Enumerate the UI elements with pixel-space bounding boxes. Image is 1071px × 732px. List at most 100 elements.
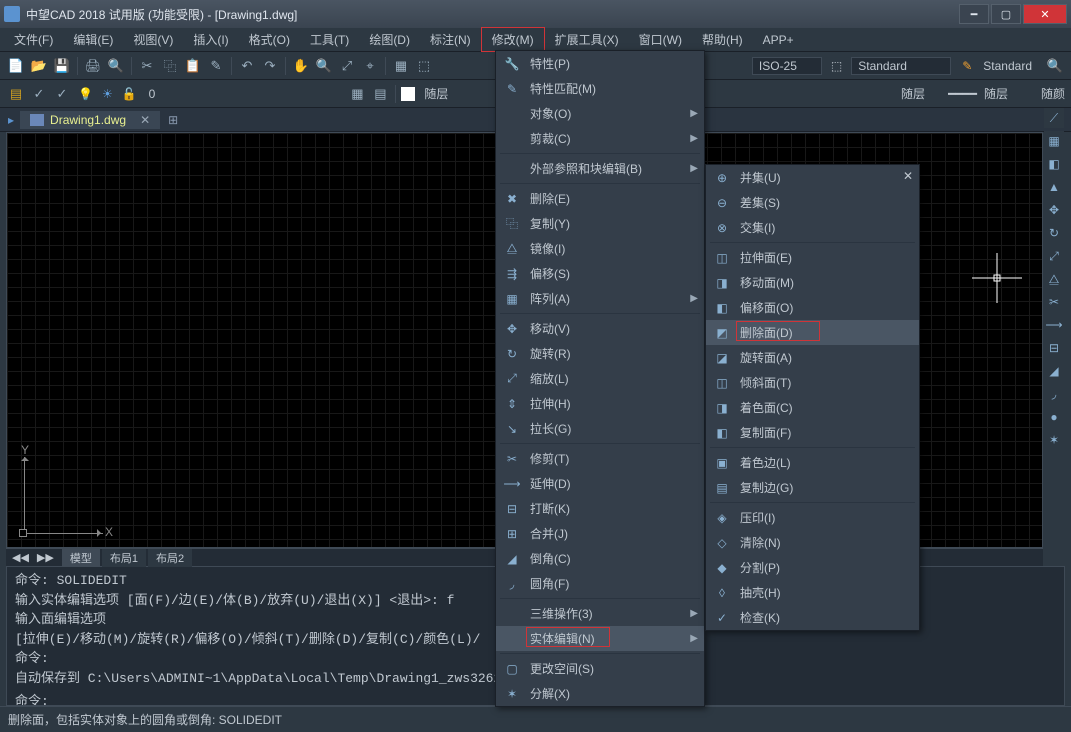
layer-state-icon[interactable]: ✓ bbox=[29, 84, 49, 104]
layer-icon[interactable]: ▤ bbox=[6, 84, 26, 104]
block2-icon[interactable]: ▤ bbox=[370, 84, 390, 104]
menu-1[interactable]: 编辑(E) bbox=[63, 28, 123, 51]
minimize-button[interactable]: ━ bbox=[959, 4, 989, 24]
menu-item[interactable]: ✶分解(X) bbox=[496, 681, 704, 706]
menu-item[interactable]: ▤复制边(G) bbox=[706, 475, 919, 500]
menu-item[interactable]: ◢倒角(C) bbox=[496, 546, 704, 571]
menu-item[interactable]: ◧偏移面(O) bbox=[706, 295, 919, 320]
layout-2[interactable]: 布局2 bbox=[148, 549, 192, 567]
tool-r3[interactable]: ◧ bbox=[1044, 154, 1064, 174]
layout-scroll-left[interactable]: ◀◀ bbox=[12, 551, 29, 564]
menu-12[interactable]: APP+ bbox=[753, 30, 804, 50]
menu-item[interactable]: ✓检查(K) bbox=[706, 605, 919, 630]
new-icon[interactable]: 📄 bbox=[6, 56, 26, 76]
menu-item[interactable]: ⊞合并(J) bbox=[496, 521, 704, 546]
tab-close-icon[interactable]: ✕ bbox=[140, 113, 150, 127]
search-icon[interactable]: 🔍 bbox=[1045, 56, 1065, 76]
menu-item[interactable]: ◨着色面(C) bbox=[706, 395, 919, 420]
menu-item[interactable]: ◆分割(P) bbox=[706, 555, 919, 580]
menu-item[interactable]: ✖删除(E) bbox=[496, 186, 704, 211]
menu-item[interactable]: ◧复制面(F) bbox=[706, 420, 919, 445]
props-icon[interactable]: ▦ bbox=[391, 56, 411, 76]
menu-item[interactable]: ◊抽壳(H) bbox=[706, 580, 919, 605]
tool-r15[interactable]: ✶ bbox=[1044, 430, 1064, 450]
menu-item[interactable]: 对象(O)▶ bbox=[496, 101, 704, 126]
tool-r6[interactable]: ↻ bbox=[1044, 223, 1064, 243]
tab-add-icon[interactable]: ⊞ bbox=[168, 113, 178, 127]
print-icon[interactable]: 🖨 bbox=[83, 56, 103, 76]
menu-item[interactable]: 剪裁(C)▶ bbox=[496, 126, 704, 151]
save-icon[interactable]: 💾 bbox=[52, 56, 72, 76]
menu-item[interactable]: ◪旋转面(A) bbox=[706, 345, 919, 370]
menu-2[interactable]: 视图(V) bbox=[123, 28, 183, 51]
menu-item[interactable]: ⊕并集(U) bbox=[706, 165, 919, 190]
menu-item[interactable]: ◇清除(N) bbox=[706, 530, 919, 555]
menu-10[interactable]: 窗口(W) bbox=[629, 28, 692, 51]
textstyle-dropdown[interactable]: Standard bbox=[851, 57, 951, 75]
menu-item[interactable]: ⊟打断(K) bbox=[496, 496, 704, 521]
tool-r11[interactable]: ⊟ bbox=[1044, 338, 1064, 358]
menu-item[interactable]: ⇕拉伸(H) bbox=[496, 391, 704, 416]
menu-item[interactable]: 外部参照和块编辑(B)▶ bbox=[496, 156, 704, 181]
tool-icon[interactable]: ⬚ bbox=[414, 56, 434, 76]
color-bylayer[interactable]: 随层 bbox=[424, 85, 448, 102]
menu-9[interactable]: 扩展工具(X) bbox=[545, 28, 629, 51]
zoom-win-icon[interactable]: ⌖ bbox=[360, 56, 380, 76]
undo-icon[interactable]: ↶ bbox=[237, 56, 257, 76]
menu-item[interactable]: ⤢缩放(L) bbox=[496, 366, 704, 391]
tool-r14[interactable]: ● bbox=[1044, 407, 1064, 427]
menu-item[interactable]: ◫倾斜面(T) bbox=[706, 370, 919, 395]
file-tab[interactable]: Drawing1.dwg ✕ bbox=[20, 111, 160, 129]
lweight-bylayer[interactable]: 随层 bbox=[984, 85, 1008, 102]
menu-item[interactable]: ◨移动面(M) bbox=[706, 270, 919, 295]
preview-icon[interactable]: 🔍 bbox=[106, 56, 126, 76]
menu-item[interactable]: ▣着色边(L) bbox=[706, 450, 919, 475]
layer-iso-icon[interactable]: ✓ bbox=[52, 84, 72, 104]
tool-r7[interactable]: ⤢ bbox=[1044, 246, 1064, 266]
tool-r2[interactable]: ▦ bbox=[1044, 131, 1064, 151]
menu-0[interactable]: 文件(F) bbox=[4, 28, 63, 51]
paste-icon[interactable]: 📋 bbox=[183, 56, 203, 76]
menu-item[interactable]: ⧋镜像(I) bbox=[496, 236, 704, 261]
close-button[interactable]: ✕ bbox=[1023, 4, 1067, 24]
menu-item[interactable]: 实体编辑(N)▶ bbox=[496, 626, 704, 651]
menu-8[interactable]: 修改(M) bbox=[481, 27, 545, 52]
menu-3[interactable]: 插入(I) bbox=[183, 28, 238, 51]
tool-r4[interactable]: ▲ bbox=[1044, 177, 1064, 197]
redo-icon[interactable]: ↷ bbox=[260, 56, 280, 76]
tool-r13[interactable]: ◞ bbox=[1044, 384, 1064, 404]
menu-item[interactable]: 🔧特性(P) bbox=[496, 51, 704, 76]
layout-1[interactable]: 布局1 bbox=[102, 549, 146, 567]
menu-item[interactable]: ⟶延伸(D) bbox=[496, 471, 704, 496]
tool-r12[interactable]: ◢ bbox=[1044, 361, 1064, 381]
maximize-button[interactable]: ▢ bbox=[991, 4, 1021, 24]
menu-item[interactable]: ↻旋转(R) bbox=[496, 341, 704, 366]
menu-5[interactable]: 工具(T) bbox=[300, 28, 359, 51]
menu-4[interactable]: 格式(O) bbox=[239, 28, 300, 51]
tool-r8[interactable]: ⧋ bbox=[1044, 269, 1064, 289]
menu-item[interactable]: ◞圆角(F) bbox=[496, 571, 704, 596]
suiyan-label[interactable]: 随颜 bbox=[1041, 85, 1065, 102]
zoom-rt-icon[interactable]: ⤢ bbox=[337, 56, 357, 76]
menu-7[interactable]: 标注(N) bbox=[420, 28, 481, 51]
menu-item[interactable]: ✂修剪(T) bbox=[496, 446, 704, 471]
menu-item[interactable]: ◫拉伸面(E) bbox=[706, 245, 919, 270]
menu-11[interactable]: 帮助(H) bbox=[692, 28, 753, 51]
tool-r10[interactable]: ⟶ bbox=[1044, 315, 1064, 335]
menu-item[interactable]: 三维操作(3)▶ bbox=[496, 601, 704, 626]
layer-0[interactable]: 0 bbox=[149, 87, 156, 101]
copy-icon[interactable]: ⿻ bbox=[160, 56, 180, 76]
dimstyle-dropdown[interactable]: ISO-25 bbox=[752, 57, 822, 75]
cut-icon[interactable]: ✂ bbox=[137, 56, 157, 76]
layout-model[interactable]: 模型 bbox=[62, 549, 100, 567]
menu-item[interactable]: ✥移动(V) bbox=[496, 316, 704, 341]
menu-item[interactable]: ◈压印(I) bbox=[706, 505, 919, 530]
menu-item[interactable]: ◩删除面(D) bbox=[706, 320, 919, 345]
block-icon[interactable]: ▦ bbox=[347, 84, 367, 104]
open-icon[interactable]: 📂 bbox=[29, 56, 49, 76]
menu-item[interactable]: ⊗交集(I) bbox=[706, 215, 919, 240]
zoom-icon[interactable]: 🔍 bbox=[314, 56, 334, 76]
menu-item[interactable]: ✎特性匹配(M) bbox=[496, 76, 704, 101]
match-prop-icon[interactable]: ✎ bbox=[206, 56, 226, 76]
menu-item[interactable]: ↘拉长(G) bbox=[496, 416, 704, 441]
